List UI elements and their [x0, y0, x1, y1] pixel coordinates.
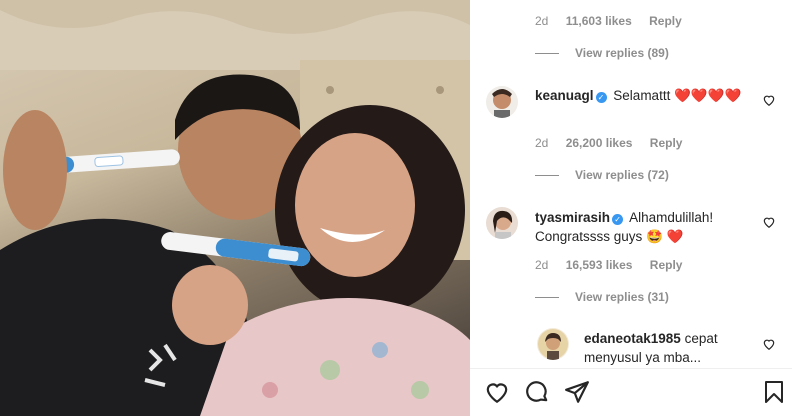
comment-body: Alhamdulillah! — [629, 210, 714, 225]
avatar[interactable] — [486, 86, 518, 118]
view-replies-label: View replies (31) — [575, 290, 669, 304]
comment-likes[interactable]: 11,603 likes — [566, 14, 632, 28]
view-replies-label: View replies (89) — [575, 46, 669, 60]
reply-button[interactable]: Reply — [650, 258, 683, 272]
view-replies-button[interactable]: View replies (72) — [535, 168, 669, 182]
comment-meta: 2d 16,593 likes Reply — [535, 258, 696, 272]
divider-line — [535, 174, 559, 176]
photo-illustration — [0, 0, 470, 416]
comment-date: 2d — [535, 14, 549, 28]
comment-date: 2d — [535, 136, 549, 150]
comment-text: keanuagl ✓ Selamattt ❤️❤️❤️❤️ — [535, 86, 755, 105]
like-comment-icon[interactable] — [762, 93, 776, 107]
comment-icon[interactable] — [524, 379, 550, 405]
comment-body-line2: Congratssss guys — [535, 229, 643, 244]
avatar[interactable] — [537, 328, 569, 360]
heart-emoji: ❤️❤️❤️❤️ — [674, 88, 742, 103]
comment-date: 2d — [535, 258, 549, 272]
comment-likes[interactable]: 26,200 likes — [566, 136, 633, 150]
heart-icon[interactable] — [484, 379, 510, 405]
view-replies-button[interactable]: View replies (89) — [535, 46, 669, 60]
avatar[interactable] — [486, 207, 518, 239]
comment-body: Selamattt — [613, 88, 671, 103]
comment-meta: 2d 26,200 likes Reply — [535, 136, 696, 150]
comment-likes[interactable]: 16,593 likes — [566, 258, 633, 272]
verified-badge-icon: ✓ — [612, 214, 624, 225]
comment-body: cepat — [684, 331, 718, 346]
emoji: 🤩 ❤️ — [646, 229, 684, 244]
comment-meta: 2d 11,603 likes Reply — [535, 14, 696, 28]
post-photo[interactable] — [0, 0, 470, 416]
comment-text: tyasmirasih ✓ Alhamdulillah! Congratssss … — [535, 208, 755, 246]
comments-panel: 2d 11,603 likes Reply View replies (89) … — [470, 0, 792, 416]
comment-text: edaneotak1985 cepat menyusul ya mba... — [584, 329, 764, 367]
action-bar — [470, 368, 792, 417]
view-replies-label: View replies (72) — [575, 168, 669, 182]
comment-username[interactable]: edaneotak1985 — [584, 331, 681, 346]
view-replies-button[interactable]: View replies (31) — [535, 290, 669, 304]
comment-username[interactable]: tyasmirasih — [535, 210, 610, 225]
divider-line — [535, 296, 559, 298]
reply-button[interactable]: Reply — [650, 136, 683, 150]
share-icon[interactable] — [564, 379, 590, 405]
bookmark-icon[interactable] — [762, 379, 786, 405]
reply-button[interactable]: Reply — [649, 14, 682, 28]
like-comment-icon[interactable] — [762, 337, 776, 351]
divider-line — [535, 52, 559, 54]
comment-username[interactable]: keanuagl — [535, 88, 594, 103]
like-comment-icon[interactable] — [762, 215, 776, 229]
verified-badge-icon: ✓ — [595, 92, 607, 103]
comment-body-line2: menyusul ya mba... — [584, 350, 702, 365]
